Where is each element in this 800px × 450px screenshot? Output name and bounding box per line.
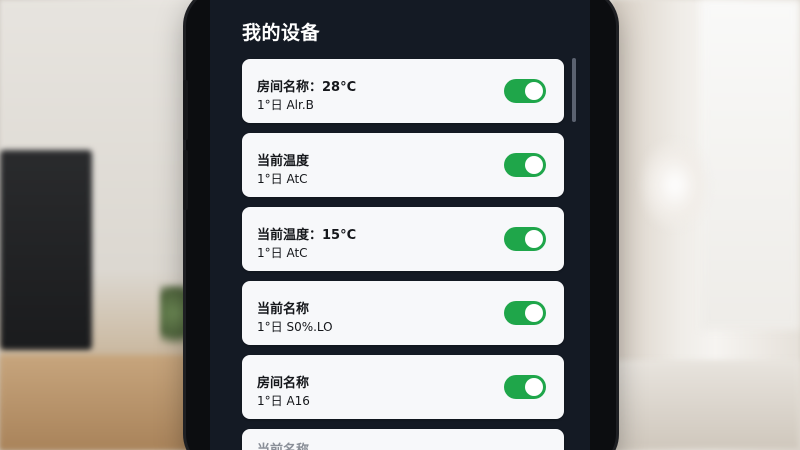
background-shelf	[0, 355, 190, 450]
device-status: 1°日 S0%.LO	[257, 320, 333, 334]
device-status: 1°日 A16	[257, 394, 310, 408]
device-name: 房间名称	[257, 376, 310, 391]
toggle-knob	[525, 230, 543, 248]
device-card[interactable]: 当前名称 1°日 S0%.LO	[242, 281, 564, 345]
device-toggle[interactable]	[504, 79, 546, 103]
device-toggle[interactable]	[504, 227, 546, 251]
toggle-knob	[525, 304, 543, 322]
device-card[interactable]: 当前温度：15°C 1°日 AtC	[242, 207, 564, 271]
device-card[interactable]: 当前温度 1°日 AtC	[242, 133, 564, 197]
device-name: 当前温度：15°C	[257, 228, 357, 243]
page-title: 我的设备	[242, 22, 321, 44]
toggle-knob	[525, 82, 543, 100]
device-toggle[interactable]	[504, 375, 546, 399]
device-status: 1°日 Alr.B	[257, 98, 314, 112]
toggle-knob	[525, 156, 543, 174]
scrollbar[interactable]	[572, 58, 576, 122]
device-toggle[interactable]	[504, 153, 546, 177]
device-status: 1°日 AtC	[257, 172, 308, 186]
device-name: 房间名称：28°C	[257, 80, 357, 95]
device-card[interactable]: 房间名称：28°C 1°日 Alr.B	[242, 59, 564, 123]
phone-screen: 我的设备 房间名称：28°C 1°日 Alr.B 当前温度 1°日 AtC 当前…	[210, 0, 590, 450]
device-toggle[interactable]	[504, 301, 546, 325]
device-name: 当前温度	[257, 154, 310, 169]
device-list: 房间名称：28°C 1°日 Alr.B 当前温度 1°日 AtC 当前温度：15…	[242, 59, 564, 450]
device-name: 当前名称	[257, 302, 310, 317]
background-table	[612, 360, 800, 450]
background-lamp	[640, 140, 710, 230]
device-card[interactable]: 房间名称 1°日 A16	[242, 355, 564, 419]
device-status: 1°日 AtC	[257, 246, 308, 260]
background-tv	[0, 150, 92, 350]
device-card[interactable]: 当前名称	[242, 429, 564, 450]
toggle-knob	[525, 378, 543, 396]
phone-side-button	[183, 150, 188, 210]
background-window	[700, 0, 800, 330]
phone-side-button	[183, 80, 188, 140]
device-name: 当前名称	[257, 439, 309, 450]
